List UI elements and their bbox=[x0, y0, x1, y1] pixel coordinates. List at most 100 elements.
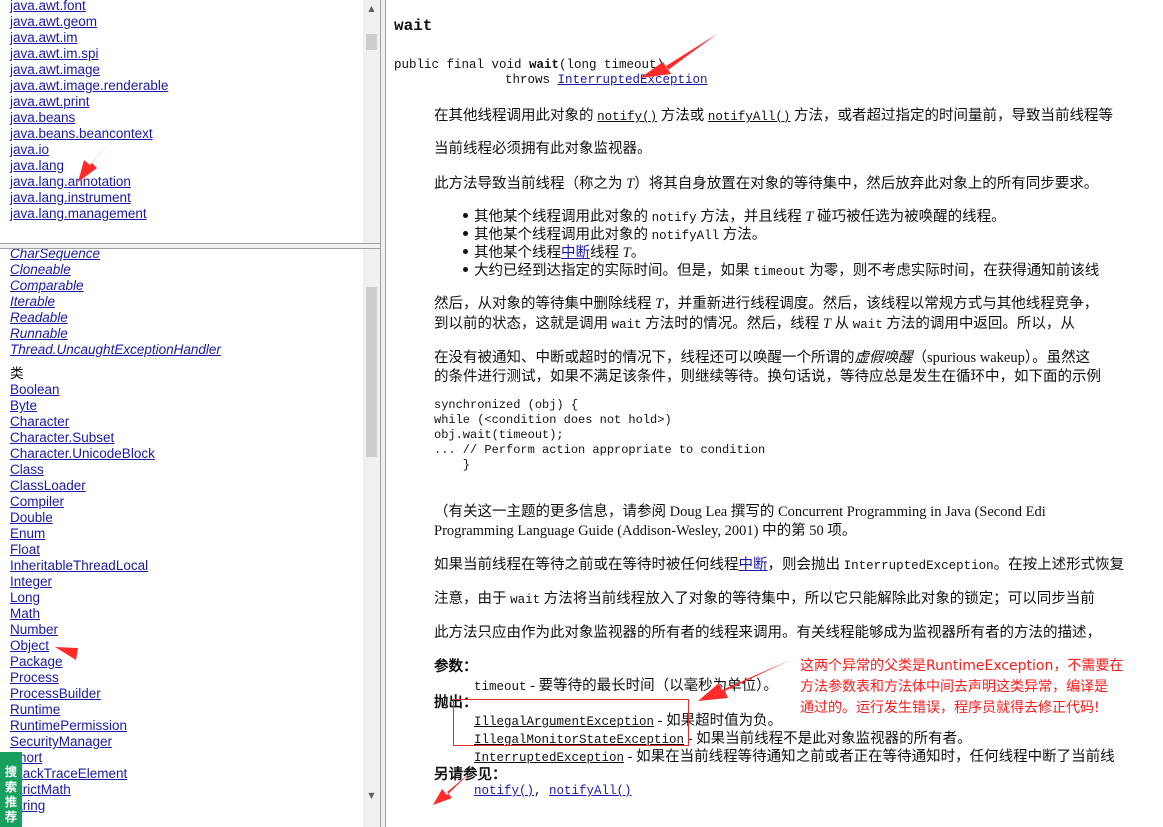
package-link[interactable]: java.beans bbox=[10, 110, 75, 125]
class-item[interactable]: Byte bbox=[10, 398, 221, 414]
class-link[interactable]: RuntimePermission bbox=[10, 718, 127, 733]
class-item[interactable]: Character.UnicodeBlock bbox=[10, 446, 221, 462]
package-scrollbar[interactable]: ▲ bbox=[363, 0, 380, 243]
interface-link[interactable]: Thread.UncaughtExceptionHandler bbox=[10, 342, 221, 357]
notify-link[interactable]: notify() bbox=[474, 784, 534, 798]
class-link[interactable]: InheritableThreadLocal bbox=[10, 558, 148, 573]
package-item[interactable]: java.lang bbox=[10, 158, 168, 174]
class-link[interactable]: Integer bbox=[10, 574, 52, 589]
package-link[interactable]: java.awt.image.renderable bbox=[10, 78, 168, 93]
class-link[interactable]: Package bbox=[10, 654, 63, 669]
frame-splitter-vertical[interactable] bbox=[380, 0, 386, 827]
class-item[interactable]: Character.Subset bbox=[10, 430, 221, 446]
interface-item[interactable]: Thread.UncaughtExceptionHandler bbox=[10, 342, 221, 358]
package-item[interactable]: java.io bbox=[10, 142, 168, 158]
class-link[interactable]: Class bbox=[10, 462, 44, 477]
class-item[interactable]: Object bbox=[10, 638, 221, 654]
package-link[interactable]: java.lang.annotation bbox=[10, 174, 131, 189]
package-item[interactable]: java.lang.annotation bbox=[10, 174, 168, 190]
package-item[interactable]: java.awt.print bbox=[10, 94, 168, 110]
package-item[interactable]: java.lang.instrument bbox=[10, 190, 168, 206]
class-link[interactable]: Long bbox=[10, 590, 40, 605]
class-item[interactable]: ClassLoader bbox=[10, 478, 221, 494]
class-link[interactable]: Float bbox=[10, 542, 40, 557]
class-item[interactable]: Math bbox=[10, 606, 221, 622]
package-link[interactable]: java.awt.image bbox=[10, 62, 100, 77]
class-item[interactable]: Double bbox=[10, 510, 221, 526]
interface-link[interactable]: Runnable bbox=[10, 326, 68, 341]
interface-item[interactable]: Runnable bbox=[10, 326, 221, 342]
interface-link[interactable]: Cloneable bbox=[10, 262, 71, 277]
class-link[interactable]: Boolean bbox=[10, 382, 60, 397]
scrollbar-thumb[interactable] bbox=[366, 34, 377, 50]
interface-link[interactable]: CharSequence bbox=[10, 249, 100, 261]
class-link[interactable]: Process bbox=[10, 670, 59, 685]
class-item[interactable]: String bbox=[10, 798, 221, 814]
package-link[interactable]: java.awt.im.spi bbox=[10, 46, 99, 61]
package-link[interactable]: java.awt.geom bbox=[10, 14, 97, 29]
scrollbar-thumb[interactable] bbox=[366, 287, 377, 457]
package-link[interactable]: java.lang.management bbox=[10, 206, 147, 221]
class-item[interactable]: Float bbox=[10, 542, 221, 558]
class-link[interactable]: Runtime bbox=[10, 702, 60, 717]
class-link[interactable]: SecurityManager bbox=[10, 734, 112, 749]
notifyall-link[interactable]: notifyAll() bbox=[708, 110, 791, 124]
notify-link[interactable]: notify() bbox=[597, 110, 657, 124]
interface-link[interactable]: Comparable bbox=[10, 278, 84, 293]
interface-item[interactable]: Readable bbox=[10, 310, 221, 326]
class-item[interactable]: Long bbox=[10, 590, 221, 606]
class-link[interactable]: Number bbox=[10, 622, 58, 637]
class-item[interactable]: Class bbox=[10, 462, 221, 478]
interface-item[interactable]: Iterable bbox=[10, 294, 221, 310]
scroll-down-icon[interactable]: ▼ bbox=[363, 787, 380, 804]
class-item[interactable]: Boolean bbox=[10, 382, 221, 398]
class-item[interactable]: Enum bbox=[10, 526, 221, 542]
interrupted-exception-link[interactable]: InterruptedException bbox=[558, 73, 708, 87]
package-item[interactable]: java.awt.font bbox=[10, 0, 168, 14]
class-link[interactable]: ProcessBuilder bbox=[10, 686, 101, 701]
class-item[interactable]: ProcessBuilder bbox=[10, 686, 221, 702]
package-item[interactable]: java.lang.management bbox=[10, 206, 168, 222]
class-item[interactable]: Runtime bbox=[10, 702, 221, 718]
package-item[interactable]: java.beans bbox=[10, 110, 168, 126]
class-item[interactable]: StackTraceElement bbox=[10, 766, 221, 782]
class-link[interactable]: Byte bbox=[10, 398, 37, 413]
package-item[interactable]: java.awt.im.spi bbox=[10, 46, 168, 62]
class-item[interactable]: Character bbox=[10, 414, 221, 430]
package-item[interactable]: java.awt.image.renderable bbox=[10, 78, 168, 94]
class-link[interactable]: Enum bbox=[10, 526, 45, 541]
package-item[interactable]: java.awt.image bbox=[10, 62, 168, 78]
notifyall-link[interactable]: notifyAll() bbox=[549, 784, 632, 798]
interface-item[interactable]: Cloneable bbox=[10, 262, 221, 278]
class-item[interactable]: SecurityManager bbox=[10, 734, 221, 750]
class-link[interactable]: ClassLoader bbox=[10, 478, 86, 493]
package-item[interactable]: java.awt.geom bbox=[10, 14, 168, 30]
package-link[interactable]: java.awt.font bbox=[10, 0, 86, 13]
class-item[interactable]: StrictMath bbox=[10, 782, 221, 798]
class-link[interactable]: Math bbox=[10, 606, 40, 621]
class-link[interactable]: Object bbox=[10, 638, 49, 653]
class-item[interactable]: Compiler bbox=[10, 494, 221, 510]
search-recommend-tab[interactable]: 搜索推荐 bbox=[0, 752, 22, 827]
class-link[interactable]: StackTraceElement bbox=[10, 766, 127, 781]
scroll-up-icon[interactable]: ▲ bbox=[363, 0, 380, 17]
package-link[interactable]: java.awt.print bbox=[10, 94, 90, 109]
package-link[interactable]: java.beans.beancontext bbox=[10, 126, 153, 141]
class-link[interactable]: Character.UnicodeBlock bbox=[10, 446, 155, 461]
class-item[interactable]: Package bbox=[10, 654, 221, 670]
interface-item[interactable]: CharSequence bbox=[10, 249, 221, 262]
class-link[interactable]: Character.Subset bbox=[10, 430, 114, 445]
interface-link[interactable]: Readable bbox=[10, 310, 68, 325]
package-item[interactable]: java.awt.im bbox=[10, 30, 168, 46]
package-link[interactable]: java.lang.instrument bbox=[10, 190, 131, 205]
interrupt-link[interactable]: 中断 bbox=[739, 557, 768, 573]
package-link[interactable]: java.lang bbox=[10, 158, 64, 173]
class-link[interactable]: Compiler bbox=[10, 494, 64, 509]
class-item[interactable]: RuntimePermission bbox=[10, 718, 221, 734]
class-item[interactable]: Short bbox=[10, 750, 221, 766]
package-link[interactable]: java.io bbox=[10, 142, 49, 157]
package-link[interactable]: java.awt.im bbox=[10, 30, 78, 45]
interface-link[interactable]: Iterable bbox=[10, 294, 55, 309]
package-item[interactable]: java.beans.beancontext bbox=[10, 126, 168, 142]
class-item[interactable]: Integer bbox=[10, 574, 221, 590]
